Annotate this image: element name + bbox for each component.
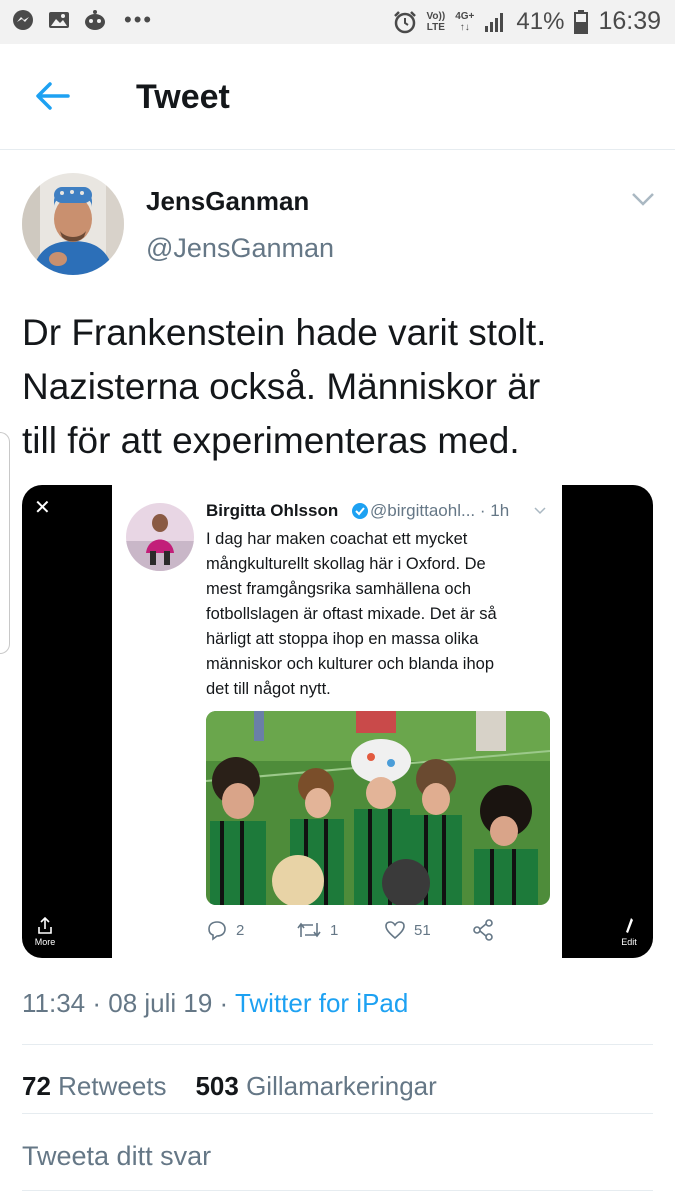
clock: 16:39 xyxy=(598,7,661,35)
top-app-bar: Tweet xyxy=(0,44,675,150)
verified-badge-icon xyxy=(352,503,368,519)
embedded-text-line: I dag har maken coachat ett mycket xyxy=(206,530,468,548)
embedded-share-action xyxy=(472,919,494,941)
embedded-retweet-action: 1 xyxy=(296,919,338,941)
embedded-handle-time: @birgittaohl... · 1h xyxy=(370,501,510,520)
more-label: More xyxy=(34,937,56,947)
alarm-icon xyxy=(393,10,416,33)
chevron-down-icon[interactable] xyxy=(630,190,656,208)
tweet-text-line: till för att experimenteras med. xyxy=(22,420,520,461)
embedded-reply-action: 2 xyxy=(206,919,244,941)
network-indicator: 4G+ ↑↓ xyxy=(455,11,474,33)
more-notifications-icon: ••• xyxy=(124,7,154,32)
retweets-count: 72 xyxy=(22,1071,51,1101)
tweet-text-line: Nazisterna också. Människor är xyxy=(22,366,541,407)
volte-indicator: Vo)) LTE xyxy=(427,11,446,33)
player xyxy=(210,757,266,905)
tweet-stats: 72 Retweets 503 Gillamarkeringar xyxy=(22,1071,437,1102)
share-upload-icon xyxy=(38,916,52,934)
reply-icon xyxy=(208,921,226,941)
embedded-retweet-count: 1 xyxy=(330,921,339,939)
embedded-text-line: mest framgångsrika samhällena och xyxy=(206,580,472,598)
tweet-media[interactable]: ✕ Birgitta Ohlsson @birgittaohl... · 1h … xyxy=(22,485,653,958)
retweet-icon xyxy=(297,922,321,938)
divider xyxy=(22,1044,653,1045)
embedded-text-line: mångkulturellt skollag här i Oxford. De xyxy=(206,555,486,573)
bot-icon xyxy=(85,10,105,30)
page-title: Tweet xyxy=(136,78,230,116)
more-button[interactable]: More xyxy=(32,916,58,947)
reply-input[interactable]: Tweeta ditt svar xyxy=(22,1141,211,1172)
heart-icon xyxy=(385,921,405,940)
lte-label: LTE xyxy=(426,21,445,33)
tweet-timestamp: 11:34 · 08 juli 19 · xyxy=(22,988,235,1018)
tweet-text: Dr Frankenstein hade varit stolt. Nazist… xyxy=(22,306,652,468)
retweets-label: Retweets xyxy=(58,1071,167,1101)
back-arrow-icon[interactable] xyxy=(34,80,70,112)
embedded-reply-count: 2 xyxy=(236,921,245,939)
embedded-text-line: härligt att stoppa ihop en massa olika xyxy=(206,630,479,648)
divider xyxy=(22,1113,653,1114)
embedded-avatar xyxy=(126,503,194,571)
gallery-icon xyxy=(49,12,69,28)
embedded-text-line: människor och kulturer och blanda ihop xyxy=(206,655,495,673)
signal-icon xyxy=(485,12,504,32)
embedded-avatar-image xyxy=(126,503,194,571)
share-icon xyxy=(473,919,493,941)
embedded-tweet-screenshot: Birgitta Ohlsson @birgittaohl... · 1h I … xyxy=(112,485,562,958)
status-bar: ••• Vo)) LTE 4G+ ↑↓ 41% 16:39 xyxy=(0,0,675,44)
battery-percent: 41% xyxy=(516,7,565,35)
author-avatar-image xyxy=(22,173,124,275)
chevron-down-icon xyxy=(534,507,546,515)
tweet-text-line: Dr Frankenstein hade varit stolt. xyxy=(22,312,547,353)
author-handle[interactable]: @JensGanman xyxy=(146,233,334,264)
tweet-meta: 11:34 · 08 juli 19 · Twitter for iPad xyxy=(22,988,408,1019)
embedded-like-action: 51 xyxy=(384,919,431,941)
author-name[interactable]: JensGanman xyxy=(146,186,309,217)
football-team-photo xyxy=(206,711,550,905)
likes-label: Gillamarkeringar xyxy=(246,1071,437,1101)
edit-pencil-icon xyxy=(626,918,633,933)
retweets-stat[interactable]: 72 Retweets xyxy=(22,1071,167,1101)
system-status: Vo)) LTE 4G+ ↑↓ 41% 16:39 xyxy=(393,7,661,36)
network-label: 4G+ xyxy=(455,10,475,22)
data-arrows-icon: ↑↓ xyxy=(459,21,470,33)
embedded-text-line: fotbollslagen är oftast mixade. Det är s… xyxy=(206,605,497,623)
edit-button[interactable]: Edit xyxy=(617,917,641,947)
embedded-author-name: Birgitta Ohlsson xyxy=(206,501,339,520)
likes-count: 503 xyxy=(195,1071,239,1101)
embedded-action-bar: 2 1 51 xyxy=(206,919,506,943)
embedded-text-line: det till något nytt. xyxy=(206,680,331,698)
divider xyxy=(22,1190,653,1191)
messenger-icon xyxy=(13,10,33,30)
battery-icon xyxy=(574,9,589,34)
close-icon[interactable]: ✕ xyxy=(34,495,51,520)
embedded-photo xyxy=(206,711,550,905)
notification-icons: ••• xyxy=(12,9,153,31)
tweet-source-link[interactable]: Twitter for iPad xyxy=(235,988,408,1018)
embedded-like-count: 51 xyxy=(414,921,431,939)
edge-panel-handle[interactable] xyxy=(0,432,10,654)
embedded-tweet-text: I dag har maken coachat ett mycket mångk… xyxy=(206,527,556,702)
author-avatar[interactable] xyxy=(22,173,124,275)
volte-label: Vo)) xyxy=(426,10,446,22)
likes-stat[interactable]: 503 Gillamarkeringar xyxy=(195,1071,436,1101)
edit-label: Edit xyxy=(621,937,637,947)
